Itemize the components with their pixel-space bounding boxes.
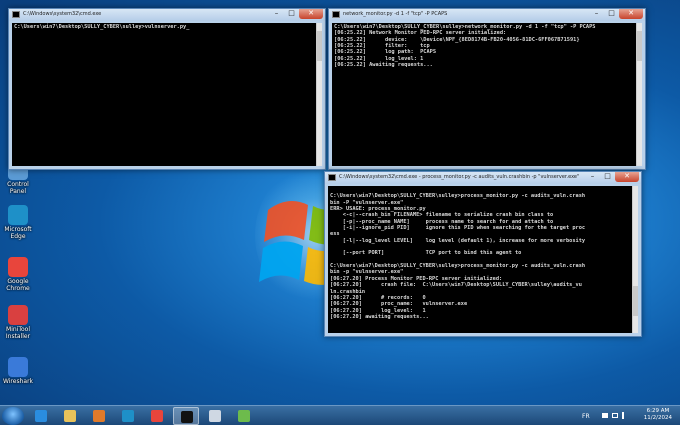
start-button[interactable]: [2, 407, 24, 425]
cmd-icon: [332, 11, 340, 18]
explorer-icon: [64, 410, 76, 422]
cmd-window-vulnserver[interactable]: C:\Windows\system32\cmd.exe – □ ✕ C:\Use…: [8, 8, 326, 170]
installer-icon: [8, 305, 28, 325]
clock-date: 11/2/2024: [643, 415, 672, 421]
maximize-button[interactable]: □: [600, 172, 615, 182]
taskbar-button[interactable]: [86, 407, 112, 425]
network-icon[interactable]: [612, 413, 618, 418]
taskbar: FR 6:29 AM 11/2/2024: [0, 405, 680, 425]
scrollbar[interactable]: [632, 186, 638, 333]
console-line: C:\Users\win7\Desktop\SULLY_CYBER\sulley…: [14, 24, 190, 30]
console-line: C:\Users\win7\Desktop\SULLY_CYBER\sulley…: [330, 193, 586, 200]
desktop: Control Panel Microsoft Edge Google Chrome…: [0, 0, 680, 405]
paint-icon: [238, 410, 250, 422]
taskbar-button[interactable]: [231, 407, 257, 425]
ie-icon: [35, 410, 47, 422]
language-indicator[interactable]: FR: [582, 413, 590, 420]
volume-icon[interactable]: [622, 412, 628, 419]
desktop-icon-label: Microsoft Edge: [4, 226, 32, 240]
close-button[interactable]: ✕: [299, 9, 323, 19]
desktop-icon[interactable]: Wireshark: [2, 357, 34, 385]
console-output[interactable]: C:\Users\win7\Desktop\SULLY_CYBER\sulley…: [328, 186, 632, 333]
maximize-button[interactable]: □: [284, 9, 299, 19]
clock-time: 6:29 AM: [646, 408, 670, 414]
desktop-icon-label: Google Chrome: [6, 278, 30, 292]
edge-icon: [122, 410, 134, 422]
minimize-button[interactable]: –: [269, 9, 284, 19]
taskbar-button[interactable]: [28, 407, 54, 425]
desktop-icon[interactable]: MiniTool Installer: [2, 305, 34, 340]
console-output[interactable]: C:\Users\win7\Desktop\SULLY_CYBER\sulley…: [332, 23, 636, 166]
system-tray: FR 6:29 AM 11/2/2024: [580, 406, 680, 425]
console-line: [06:27.20] awaiting requests...: [330, 313, 429, 320]
window-title: C:\Windows\system32\cmd.exe - process_mo…: [339, 174, 580, 180]
flag-icon[interactable]: [602, 413, 608, 418]
window-title: network_monitor.py -d 1 -f "tcp" -P PCAP…: [343, 11, 448, 17]
cmd-icon: [181, 411, 193, 423]
window-titlebar[interactable]: C:\Windows\system32\cmd.exe – □ ✕: [9, 9, 325, 21]
console-line: [-i|--ignore_pid PID] ignore this PID wh…: [330, 225, 586, 232]
cmd-icon: [12, 11, 20, 18]
maximize-button[interactable]: □: [604, 9, 619, 19]
taskbar-button[interactable]: [57, 407, 83, 425]
taskbar-button[interactable]: [173, 407, 199, 425]
console-output[interactable]: C:\Users\win7\Desktop\SULLY_CYBER\sulley…: [12, 23, 316, 166]
desktop-icon[interactable]: Microsoft Edge: [2, 205, 34, 240]
console-line: [06:25.22] Awaiting requests...: [334, 62, 433, 69]
scrollbar[interactable]: [316, 23, 322, 166]
taskbar-button[interactable]: [115, 407, 141, 425]
wireshark-icon: [8, 357, 28, 377]
minimize-button[interactable]: –: [589, 9, 604, 19]
desktop-icon-label: Control Panel: [7, 181, 29, 195]
desktop-icon-label: MiniTool Installer: [5, 326, 31, 340]
window-icon: [209, 410, 221, 422]
edge-icon: [8, 205, 28, 225]
desktop-icon-label: Wireshark: [2, 378, 34, 385]
taskbar-button[interactable]: [202, 407, 228, 425]
cmd-icon: [328, 174, 336, 181]
window-titlebar[interactable]: network_monitor.py -d 1 -f "tcp" -P PCAP…: [329, 9, 645, 21]
window-titlebar[interactable]: C:\Windows\system32\cmd.exe - process_mo…: [325, 172, 641, 184]
minimize-button[interactable]: –: [585, 172, 600, 182]
media-player-icon: [93, 410, 105, 422]
scrollbar[interactable]: [636, 23, 642, 166]
cmd-window-network-monitor[interactable]: network_monitor.py -d 1 -f "tcp" -P PCAP…: [328, 8, 646, 170]
console-line: [-l|--log_level LEVEL] log level (defaul…: [330, 237, 586, 244]
chrome-icon: [151, 410, 163, 422]
close-button[interactable]: ✕: [615, 172, 639, 182]
close-button[interactable]: ✕: [619, 9, 643, 19]
window-title: C:\Windows\system32\cmd.exe: [23, 11, 102, 17]
taskbar-button[interactable]: [144, 407, 170, 425]
clock[interactable]: 6:29 AM 11/2/2024: [644, 408, 672, 422]
cmd-window-process-monitor[interactable]: C:\Windows\system32\cmd.exe - process_mo…: [324, 171, 642, 337]
desktop-icon[interactable]: Google Chrome: [2, 257, 34, 292]
chrome-icon: [8, 257, 28, 277]
